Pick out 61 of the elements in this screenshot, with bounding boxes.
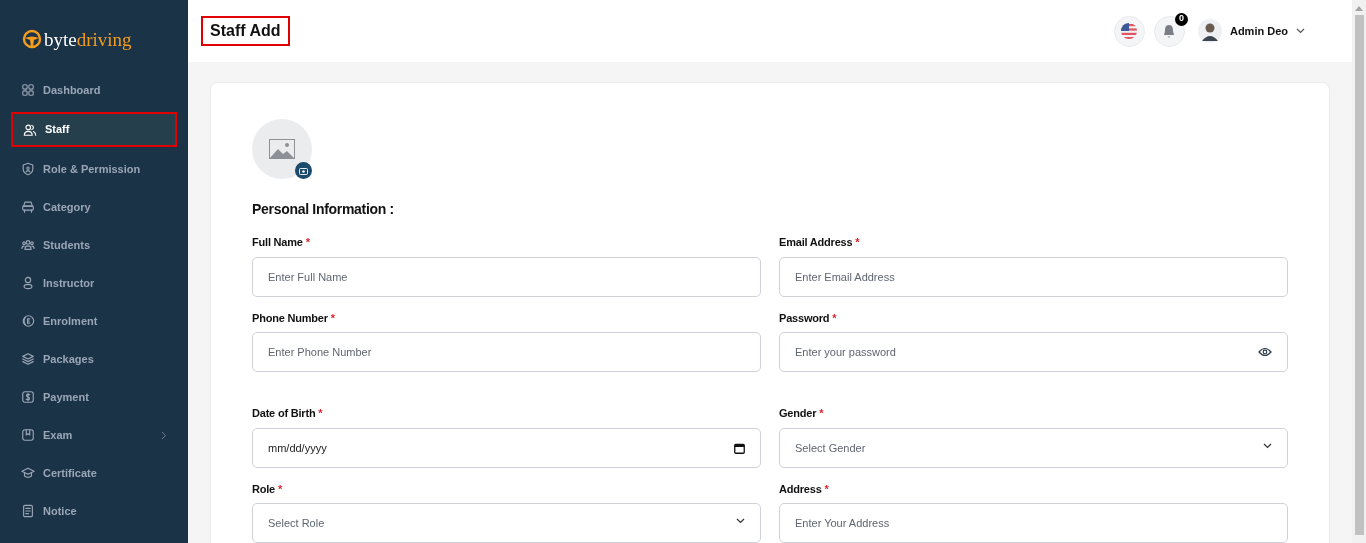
field-label: Password * [779, 310, 838, 326]
flag-icon [1121, 23, 1138, 39]
sidebar-item[interactable]: Instructor [11, 267, 177, 299]
sidebar-item[interactable]: Notice [11, 495, 177, 527]
sidebar-item[interactable]: Enrolment [11, 305, 177, 337]
scrollbar[interactable] [1352, 0, 1366, 543]
group-icon [21, 238, 35, 252]
notification-badge: 0 [1174, 12, 1188, 26]
select-field[interactable]: Select Gender [779, 427, 1288, 468]
car-icon [21, 200, 35, 214]
input-field[interactable]: Enter Your Address [779, 503, 1288, 543]
sidebar-item[interactable]: Staff [11, 112, 177, 147]
notification-button[interactable] [1153, 15, 1185, 47]
field-label: Email Address * [779, 235, 861, 250]
users-icon [23, 122, 37, 137]
user-menu[interactable]: Admin Deo [1197, 19, 1305, 43]
select-field[interactable]: Select Role [252, 503, 761, 543]
sidebar-item[interactable]: Students [11, 229, 177, 261]
date-field[interactable]: mm/dd/yyyy [252, 427, 761, 468]
dollar-icon [21, 390, 35, 404]
field-label: Address * [779, 481, 830, 497]
document-icon [21, 504, 35, 518]
layers-icon [21, 352, 35, 366]
sidebar-item[interactable]: Category [11, 191, 177, 223]
input-field[interactable]: Enter Full Name [252, 256, 761, 297]
graduation-cap-icon [21, 466, 35, 480]
input-field[interactable]: Enter Phone Number [252, 332, 761, 372]
badge-icon [21, 314, 35, 328]
camera-icon [299, 166, 308, 175]
sidebar-item[interactable]: Certificate [11, 457, 177, 489]
sidebar-item[interactable]: Role & Permission [11, 153, 177, 185]
scrollbar-thumb[interactable] [1354, 15, 1364, 535]
sidebar-item[interactable]: Packages [11, 343, 177, 375]
camera-button[interactable] [295, 162, 312, 179]
password-field[interactable]: Enter your password [779, 332, 1288, 372]
avatar-icon [1197, 19, 1222, 43]
field-label: Full Name * [252, 235, 311, 250]
sidebar-item[interactable]: Exam [11, 419, 177, 451]
chevron-down-icon [1263, 442, 1272, 449]
sidebar-item[interactable]: Dashboard [11, 74, 177, 106]
page-title: Staff Add [201, 16, 290, 46]
calendar-icon[interactable] [734, 442, 745, 454]
book-icon [21, 428, 35, 442]
image-icon [269, 139, 295, 159]
grid-icon [21, 83, 35, 97]
steering-wheel-icon [22, 29, 42, 49]
eye-icon[interactable] [1258, 347, 1272, 357]
field-label: Phone Number * [252, 310, 336, 326]
field-label: Date of Birth * [252, 406, 324, 421]
input-field[interactable]: Enter Email Address [779, 256, 1288, 297]
person-icon [21, 276, 35, 290]
sidebar-item[interactable]: Payment [11, 381, 177, 413]
language-button[interactable] [1113, 15, 1145, 47]
field-label: Role * [252, 481, 283, 497]
chevron-down-icon [1296, 28, 1305, 34]
chevron-down-icon [736, 518, 745, 524]
field-label: Gender * [779, 406, 825, 421]
brand-logo: bytedriving [44, 29, 132, 49]
shield-icon [21, 162, 35, 176]
user-name: Admin Deo [1229, 23, 1288, 39]
section-title: Personal Information : [252, 200, 395, 219]
